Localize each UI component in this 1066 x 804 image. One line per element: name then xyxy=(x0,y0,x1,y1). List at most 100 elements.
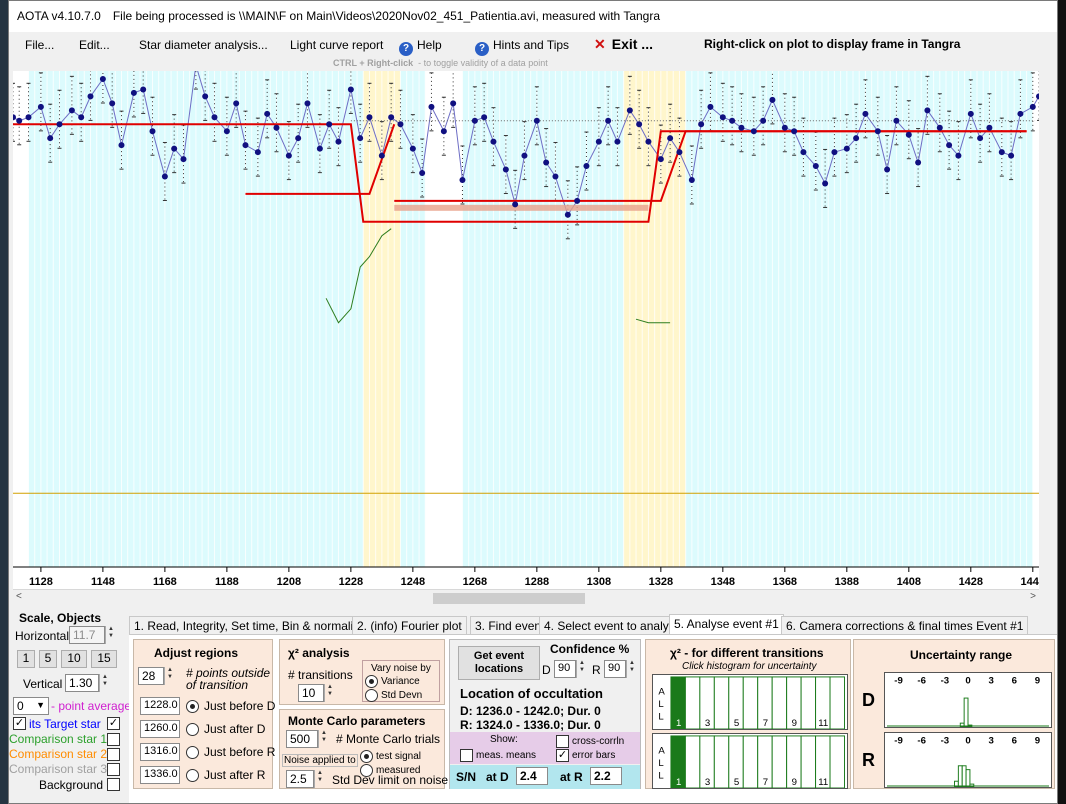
adjust-regions-title: Adjust regions xyxy=(154,646,239,660)
menu-star-diameter[interactable]: Star diameter analysis... xyxy=(139,38,268,52)
region-after-r-field[interactable]: 1336.0 xyxy=(140,766,180,784)
scroll-thumb[interactable] xyxy=(433,593,585,604)
data-point xyxy=(161,173,168,180)
uncertainty-tick-label: 0 xyxy=(965,736,970,747)
uncertainty-histogram-r[interactable]: -9 -6 -3 0 3 6 9 xyxy=(884,732,1052,788)
data-point xyxy=(905,131,912,138)
confidence-label: Confidence % xyxy=(550,642,630,656)
radio-variance[interactable] xyxy=(365,675,378,688)
scale-button-1[interactable]: 1 xyxy=(17,650,35,668)
menu-help[interactable]: ? Help xyxy=(399,38,442,56)
close-icon: ✕ xyxy=(594,36,606,52)
radio-just-after-d[interactable] xyxy=(186,723,199,736)
menu-file[interactable]: File... xyxy=(25,38,54,52)
transitions-spinner-icon[interactable]: ▲ ▼ xyxy=(324,684,335,702)
data-point xyxy=(853,135,860,142)
menu-hints[interactable]: ? Hints and Tips xyxy=(475,38,569,56)
radio-just-after-r[interactable] xyxy=(186,769,199,782)
object-checkbox-background[interactable] xyxy=(107,778,120,791)
vertical-scale-field[interactable]: 1.30 xyxy=(65,674,99,692)
tab-select-event[interactable]: 4. Select event to analyse xyxy=(539,616,687,634)
data-point xyxy=(171,145,178,152)
tab-analyse-event[interactable]: 5. Analyse event #1 xyxy=(669,614,784,635)
data-point xyxy=(955,152,962,159)
chi2-tick-label: 1 xyxy=(676,718,681,729)
meas-means-checkbox[interactable] xyxy=(460,749,473,762)
chi2-histogram-d[interactable]: ALL1 3 5 7 9 11 xyxy=(652,674,848,730)
trials-spinner-icon[interactable]: ▲ ▼ xyxy=(318,730,329,748)
tab-strip: 1. Read, Integrity, Set time, Bin & norm… xyxy=(129,614,1057,635)
std-dev-spinner-icon[interactable]: ▲ ▼ xyxy=(314,770,325,788)
cross-corrln-checkbox[interactable] xyxy=(556,735,569,748)
light-curve-plot[interactable]: 1128 1148 1168 1188 1208 1228 1248 1268 1288 1308… xyxy=(13,71,1039,589)
points-spinner-icon[interactable]: ▲ ▼ xyxy=(164,667,175,685)
adjust-regions-group: Adjust regions 28 ▲ ▼ # points outside of… xyxy=(133,639,275,789)
point-average-select[interactable]: 0 ▼ xyxy=(13,697,49,715)
confidence-r-field[interactable]: 90 xyxy=(604,660,626,678)
region-before-r-field[interactable]: 1316.0 xyxy=(140,743,180,761)
x-tick-label: 1188 xyxy=(215,576,239,588)
chi2-bar-r xyxy=(800,735,817,788)
monte-carlo-trials-field[interactable]: 500 xyxy=(286,730,318,748)
object-label-background: Background xyxy=(39,778,104,792)
show-label: Show: xyxy=(490,734,518,745)
radio-std-devn[interactable] xyxy=(365,689,378,702)
points-outside-field[interactable]: 28 xyxy=(138,667,164,685)
scroll-right-arrow-icon[interactable]: > xyxy=(1030,591,1036,602)
region-before-d-field[interactable]: 1228.0 xyxy=(140,697,180,715)
uncertainty-r-label: R xyxy=(862,750,875,770)
vertical-spinner-icon[interactable]: ▲ ▼ xyxy=(99,674,110,692)
scale-button-10[interactable]: 10 xyxy=(61,650,87,668)
plot-horizontal-scrollbar[interactable]: < > xyxy=(13,589,1039,606)
data-point xyxy=(719,114,726,121)
get-event-locations-button[interactable]: Get event locations xyxy=(458,646,540,680)
error-bars-label: error bars xyxy=(572,750,616,761)
transitions-field[interactable]: 10 xyxy=(298,684,324,702)
scale-button-5[interactable]: 5 xyxy=(39,650,57,668)
label-just-after-d: Just after D xyxy=(204,722,266,736)
confidence-r-spinner-icon[interactable]: ▲ ▼ xyxy=(626,660,637,678)
chi2-bar-r xyxy=(684,735,701,788)
menu-exit[interactable]: ✕ Exit ... xyxy=(594,36,653,53)
x-tick-label: 1288 xyxy=(525,576,549,588)
object-checkbox-comp3[interactable] xyxy=(107,763,120,776)
horizontal-spinner-icon[interactable]: ▲ ▼ xyxy=(105,626,116,644)
uncertainty-tick-label: -9 xyxy=(894,676,903,687)
ctrl-hint: CTRL + Right-click - to toggle validity … xyxy=(333,58,548,68)
x-tick-label: 1428 xyxy=(959,576,983,588)
chi2-histogram-title: χ² - for different transitions xyxy=(670,646,824,660)
chi2-all-label: L xyxy=(658,699,664,710)
scroll-left-arrow-icon[interactable]: < xyxy=(16,591,22,602)
tab-camera-corrections[interactable]: 6. Camera corrections & final times Even… xyxy=(781,616,1029,634)
radio-test-signal[interactable] xyxy=(360,750,373,763)
uncertainty-histogram-d[interactable]: -9 -6 -3 0 3 6 9 xyxy=(884,672,1052,728)
chi2-all-label: L xyxy=(658,711,664,722)
scale-button-15[interactable]: 15 xyxy=(91,650,117,668)
menu-exit-label: Exit ... xyxy=(611,36,653,52)
confidence-d-field[interactable]: 90 xyxy=(554,660,576,678)
object-checkbox-target[interactable]: ✓ xyxy=(107,717,120,730)
data-point xyxy=(1029,103,1036,110)
uncertainty-tick-label: 3 xyxy=(988,676,993,687)
data-point xyxy=(471,117,478,124)
horizontal-scale-field[interactable]: 11.7 xyxy=(69,626,105,644)
error-bars-checkbox[interactable]: ✓ xyxy=(556,749,569,762)
object-checkbox-comp2[interactable] xyxy=(107,748,120,761)
cross-corrln-label: cross-corrln xyxy=(572,736,625,747)
confidence-d-spinner-icon[interactable]: ▲ ▼ xyxy=(576,660,587,678)
target-star-left-checkbox[interactable]: ✓ xyxy=(13,717,26,730)
data-point xyxy=(614,138,621,145)
menu-edit[interactable]: Edit... xyxy=(79,38,110,52)
tab-fourier[interactable]: 2. (info) Fourier plot xyxy=(352,616,467,634)
menu-light-curve-report[interactable]: Light curve report xyxy=(290,38,383,52)
chi2-all-label: A xyxy=(658,745,665,756)
radio-just-before-r[interactable] xyxy=(186,746,199,759)
object-checkbox-comp1[interactable] xyxy=(107,733,120,746)
region-after-d-field[interactable]: 1260.0 xyxy=(140,720,180,738)
std-dev-limit-field[interactable]: 2.5 xyxy=(286,770,314,788)
tab-read-integrity[interactable]: 1. Read, Integrity, Set time, Bin & norm… xyxy=(129,616,371,634)
data-point xyxy=(986,124,993,131)
chi2-histogram-r[interactable]: ALL1 3 5 7 9 11 xyxy=(652,733,848,789)
radio-just-before-d[interactable] xyxy=(186,700,199,713)
x-tick-label: 1408 xyxy=(897,576,921,588)
